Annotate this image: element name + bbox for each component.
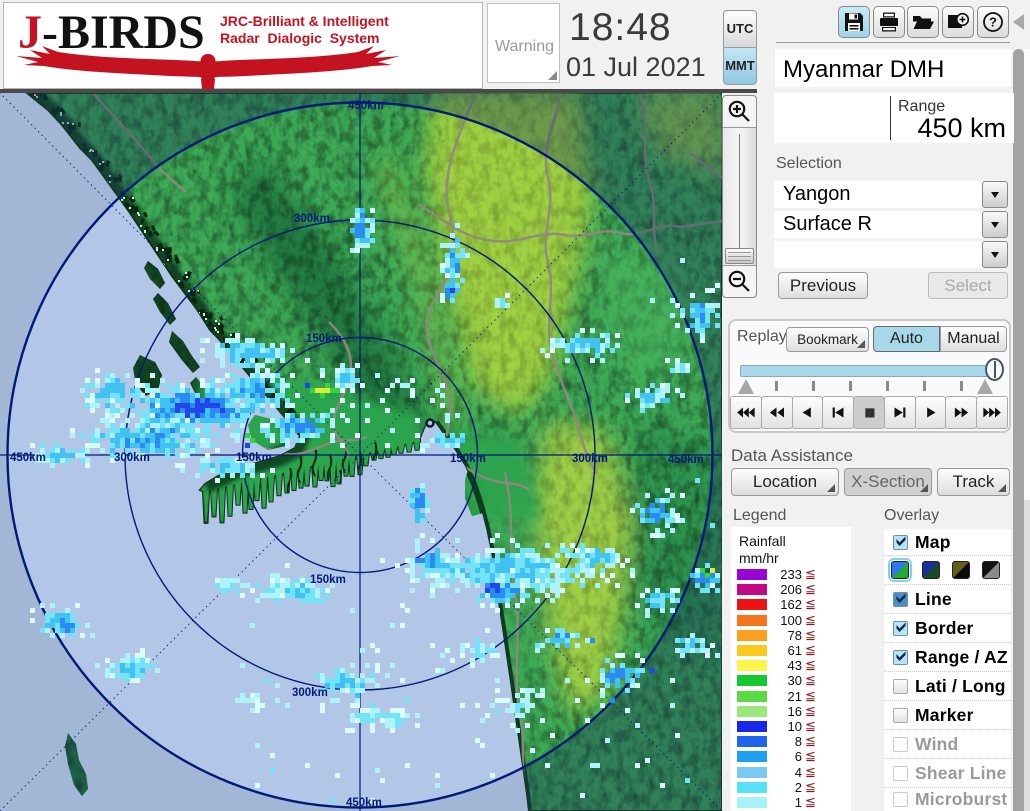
svg-text:300km: 300km <box>292 687 328 699</box>
svg-text:450km: 450km <box>10 452 46 464</box>
svg-text:150km: 150km <box>236 452 272 464</box>
svg-text:300km: 300km <box>114 452 150 464</box>
svg-text:150km: 150km <box>450 453 486 465</box>
svg-text:450km: 450km <box>668 454 704 466</box>
svg-text:450km: 450km <box>348 100 384 112</box>
svg-text:450km: 450km <box>346 797 382 809</box>
svg-text:?: ? <box>989 15 997 30</box>
svg-text:150km: 150km <box>306 333 342 345</box>
svg-text:300km: 300km <box>572 453 608 465</box>
svg-text:300km: 300km <box>294 213 330 225</box>
svg-text:150km: 150km <box>310 574 346 586</box>
